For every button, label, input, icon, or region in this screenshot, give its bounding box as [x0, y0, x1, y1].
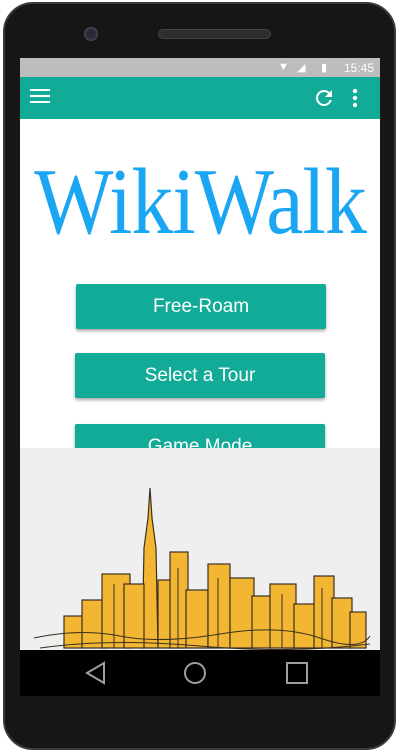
system-navigation-bar	[20, 650, 380, 696]
battery-icon: ▮	[321, 62, 328, 74]
more-vertical-icon[interactable]	[349, 86, 361, 110]
skyline-background	[20, 448, 380, 650]
refresh-icon[interactable]	[312, 86, 336, 110]
status-time: 15:45	[343, 61, 374, 75]
home-icon[interactable]	[181, 660, 209, 686]
free-roam-button[interactable]: Free-Roam	[76, 284, 326, 329]
front-camera	[84, 27, 98, 41]
hamburger-menu-icon[interactable]	[30, 89, 50, 107]
app-toolbar	[20, 77, 380, 119]
select-tour-button[interactable]: Select a Tour	[75, 353, 325, 398]
city-skyline-illustration	[33, 488, 371, 650]
signal-icon: ◢	[297, 62, 306, 74]
status-bar: ▼ ◢ ▮ 15:45	[20, 58, 380, 77]
recents-icon[interactable]	[283, 660, 311, 686]
earpiece-speaker	[158, 29, 271, 39]
back-icon[interactable]	[82, 660, 110, 686]
wifi-icon: ▼	[278, 61, 289, 73]
wikiwalk-logo: WikiWalk	[34, 150, 367, 255]
app-screen: ▼ ◢ ▮ 15:45 WikiWalk Free-Roam Select a …	[20, 58, 380, 650]
